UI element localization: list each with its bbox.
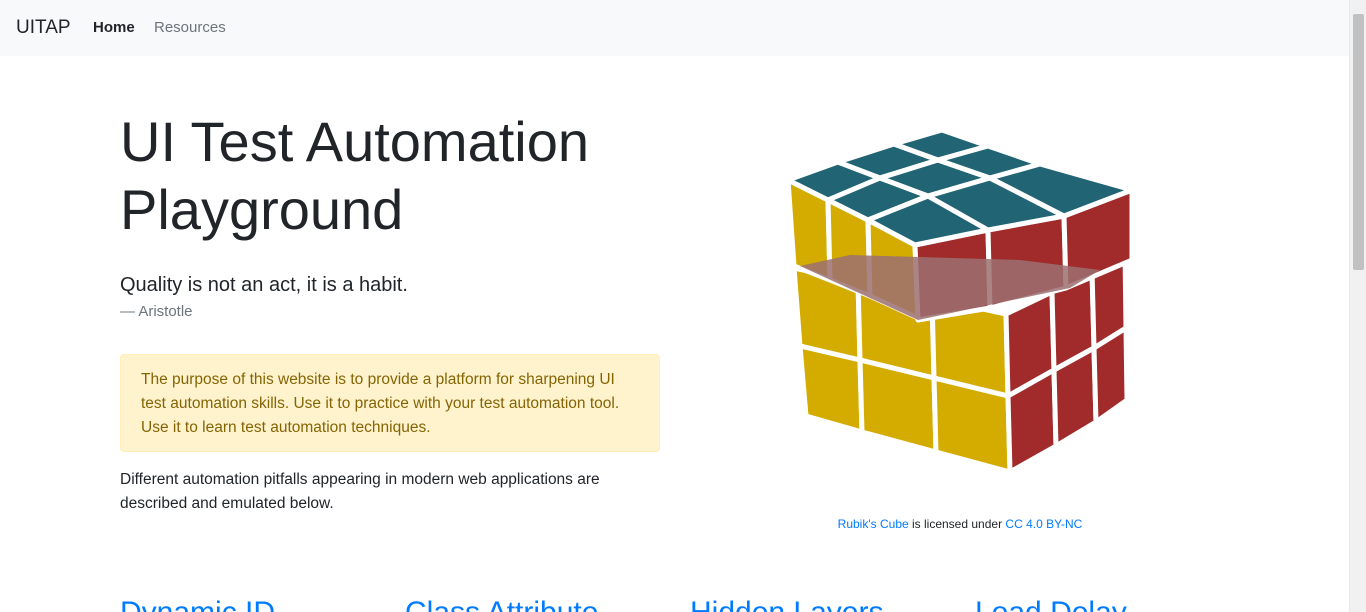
section-link-hidden-layers[interactable]: Hidden Layers <box>690 598 883 612</box>
credit-middle-text: is licensed under <box>908 517 1006 531</box>
purpose-alert: The purpose of this website is to provid… <box>120 354 660 452</box>
section-links-row: Dynamic ID Class Attribute Hidden Layers… <box>0 598 1349 612</box>
rubiks-cube-image <box>785 127 1135 475</box>
section-link-load-delay[interactable]: Load Delay <box>975 598 1127 612</box>
license-link[interactable]: CC 4.0 BY-NC <box>1005 517 1082 531</box>
page-title: UI Test Automation Playground <box>120 110 589 241</box>
image-credit: Rubik's Cube is licensed under CC 4.0 BY… <box>760 517 1160 531</box>
nav-resources-link[interactable]: Resources <box>154 19 226 36</box>
top-navbar: UITAP Home Resources <box>0 0 1349 56</box>
section-link-dynamic-id[interactable]: Dynamic ID <box>120 598 275 612</box>
brand-link[interactable]: UITAP <box>16 17 71 39</box>
quote-author: — Aristotle <box>120 303 193 320</box>
rubiks-cube-link[interactable]: Rubik's Cube <box>838 517 909 531</box>
section-link-class-attribute[interactable]: Class Attribute <box>405 598 598 612</box>
scrollbar-thumb[interactable] <box>1353 14 1364 270</box>
quote-text: Quality is not an act, it is a habit. <box>120 274 408 296</box>
nav-home-link[interactable]: Home <box>93 19 135 36</box>
alert-text: The purpose of this website is to provid… <box>141 371 620 436</box>
intro-text: Different automation pitfalls appearing … <box>120 471 600 512</box>
page-scrollbar[interactable] <box>1349 0 1366 612</box>
